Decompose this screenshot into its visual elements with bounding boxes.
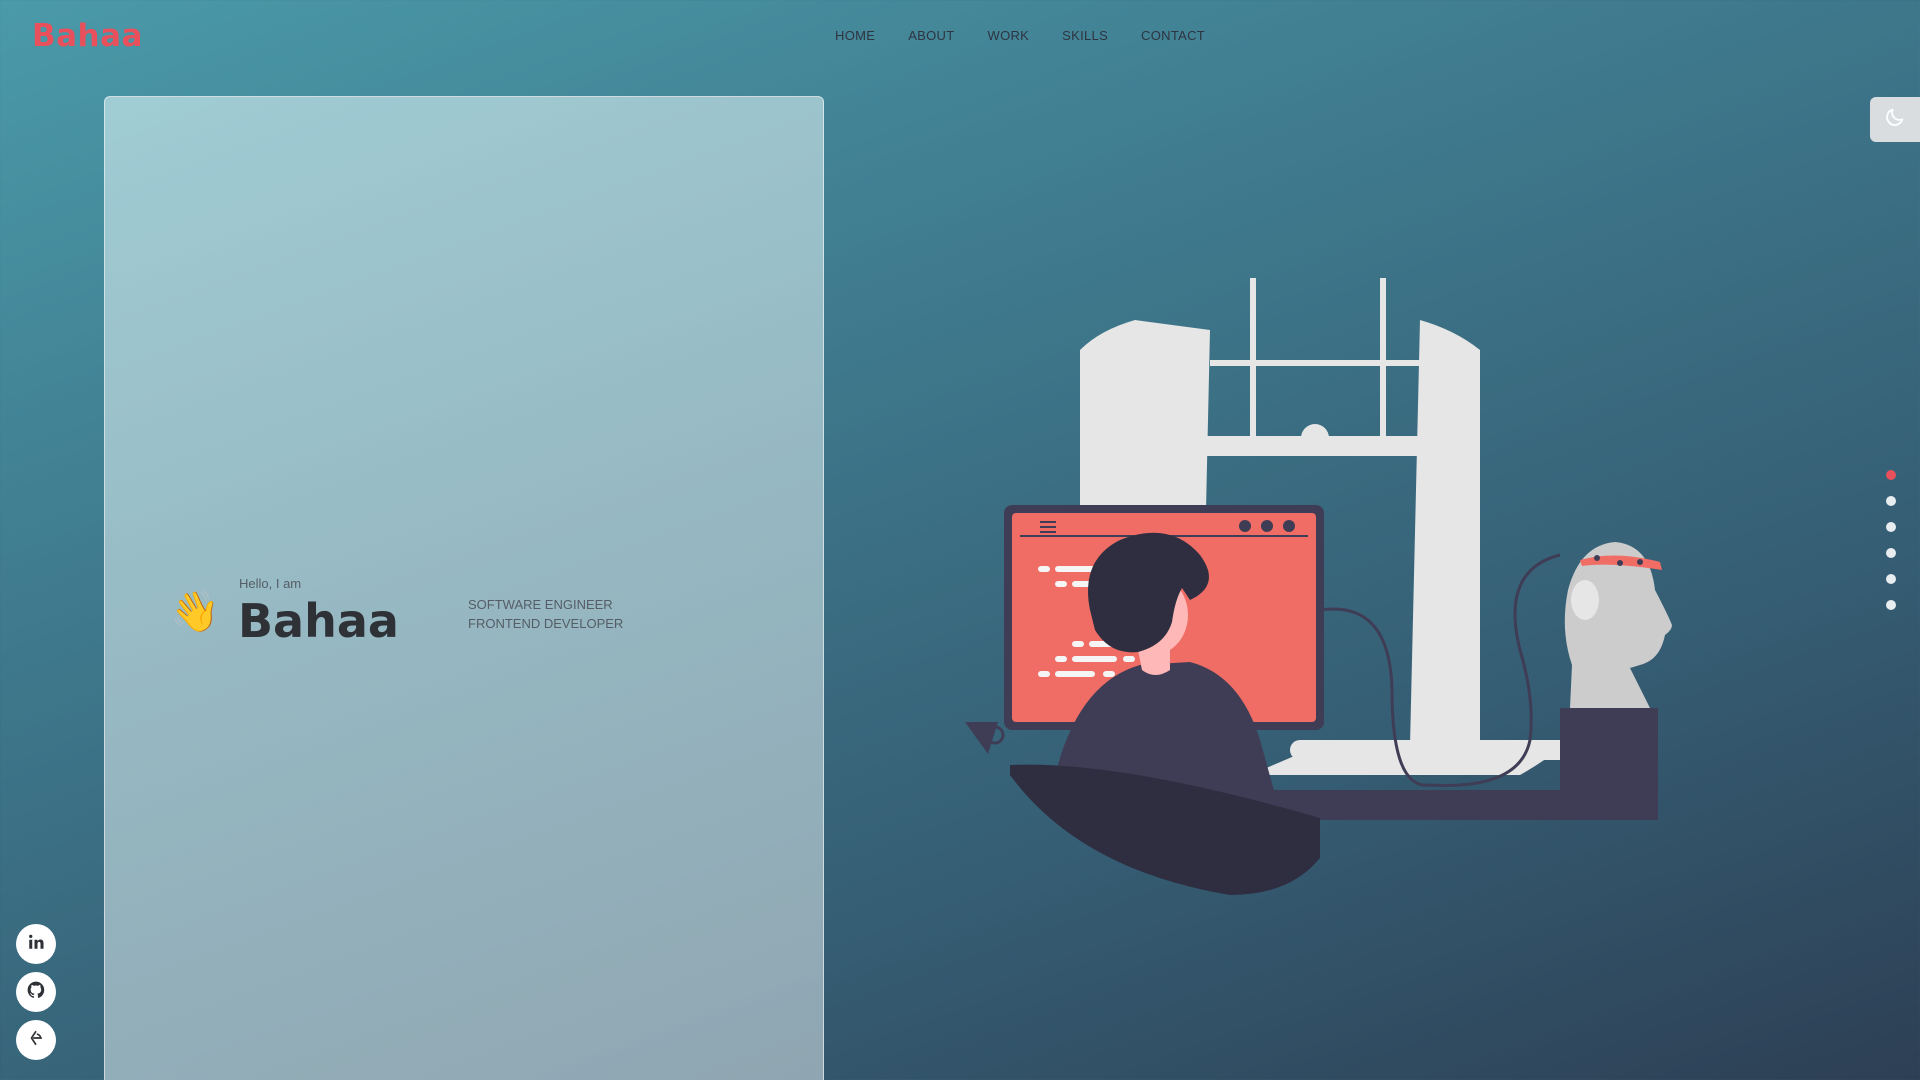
logo[interactable]: Bahaa <box>32 18 143 54</box>
linkedin-link[interactable] <box>16 924 56 964</box>
main-nav: HOME ABOUT WORK SKILLS CONTACT <box>835 28 1238 43</box>
hero-name: Bahaa <box>238 594 399 648</box>
freecodecamp-link[interactable] <box>16 1020 56 1060</box>
role-frontend-developer: FRONTEND DEVELOPER <box>468 616 624 631</box>
hero-greeting: Hello, I am <box>239 576 302 591</box>
section-dot-4[interactable] <box>1886 548 1896 558</box>
section-dot-2[interactable] <box>1886 496 1896 506</box>
nav-work[interactable]: WORK <box>988 28 1030 43</box>
theme-toggle-button[interactable] <box>1870 97 1920 142</box>
nav-about[interactable]: ABOUT <box>908 28 954 43</box>
chair <box>1010 764 1320 895</box>
freecodecamp-icon <box>27 1029 45 1052</box>
section-dot-1[interactable] <box>1886 470 1896 480</box>
section-dot-3[interactable] <box>1886 522 1896 532</box>
linkedin-icon <box>27 933 45 956</box>
github-icon <box>26 980 46 1005</box>
window-bar-top <box>1210 360 1420 366</box>
wave-emoji: 👋 <box>170 590 220 634</box>
hero-roles: SOFTWARE ENGINEER FRONTEND DEVELOPER <box>468 595 623 633</box>
nav-skills[interactable]: SKILLS <box>1062 28 1108 43</box>
nav-contact[interactable]: CONTACT <box>1141 28 1205 43</box>
window-mullion-1 <box>1250 278 1256 438</box>
moon-icon <box>1884 106 1906 133</box>
cabinet <box>1560 708 1658 820</box>
section-dots <box>1886 470 1896 610</box>
window-mullion-2 <box>1380 278 1386 438</box>
developer-at-computer-illustration <box>965 278 1672 895</box>
github-link[interactable] <box>16 972 56 1012</box>
nav-home[interactable]: HOME <box>835 28 875 43</box>
window-frame-right <box>1410 320 1480 745</box>
section-dot-5[interactable] <box>1886 574 1896 584</box>
section-dot-6[interactable] <box>1886 600 1896 610</box>
role-software-engineer: SOFTWARE ENGINEER <box>468 597 613 612</box>
